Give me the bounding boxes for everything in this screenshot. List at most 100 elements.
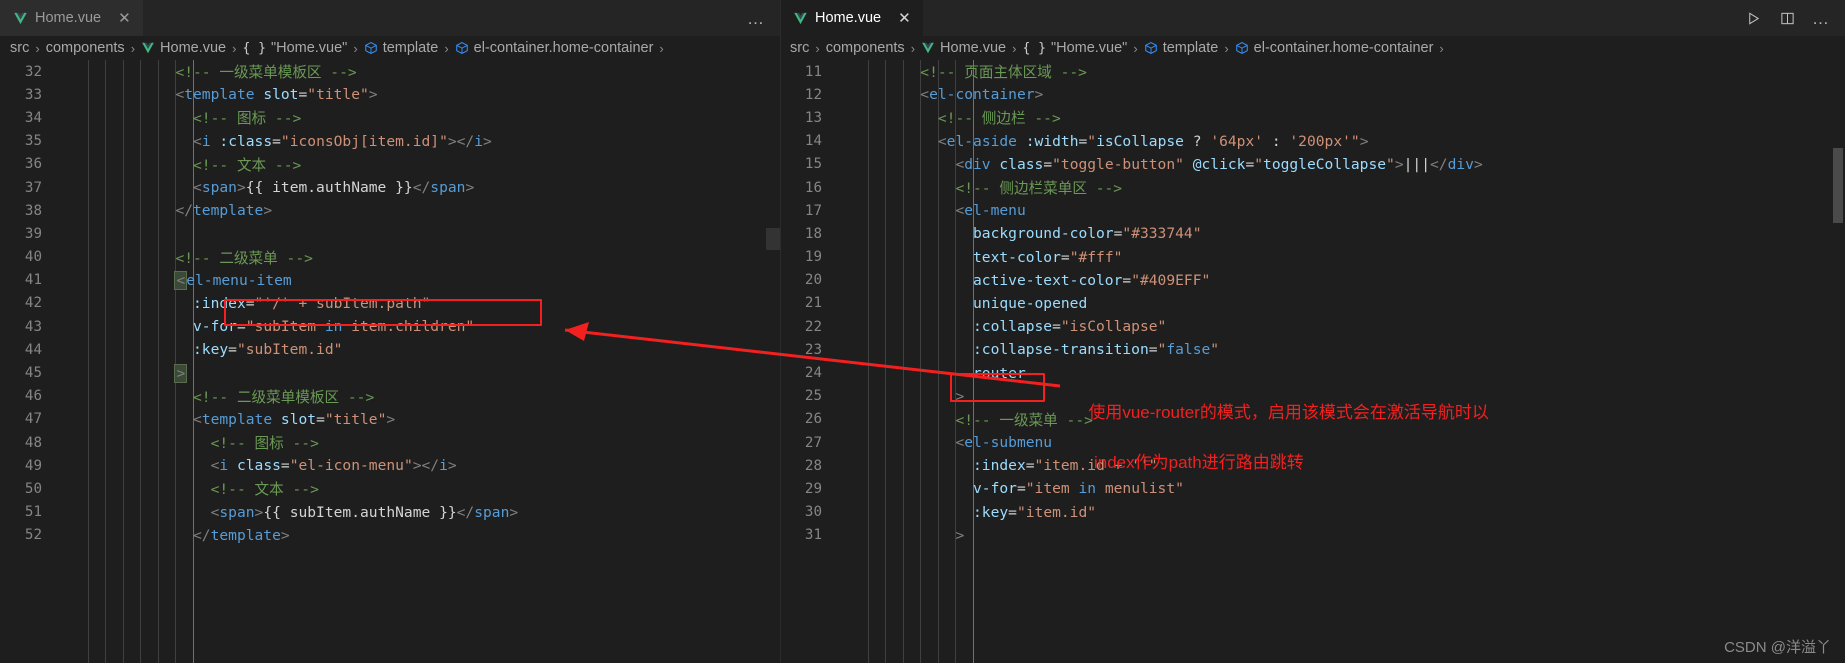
breadcrumb-label: Home.vue [160,40,227,56]
code-line[interactable]: 48 <!-- 图标 --> [0,431,780,454]
code-line[interactable]: 13 <!-- 侧边栏 --> [780,106,1845,129]
breadcrumb-label: el-container.home-container [1253,40,1434,56]
code-text: <el-menu [955,202,1026,220]
code-text: <el-aside :width="isCollapse ? '64px' : … [937,132,1369,150]
code-line[interactable]: 51 <span>{{ subItem.authName }}</span> [0,501,780,524]
code-line[interactable]: 32 <!-- 一级菜单模板区 --> [0,60,780,83]
code-line[interactable]: 45 > [0,361,780,384]
tab-home-vue-right[interactable]: Home.vue ✕ [780,0,923,36]
line-number: 28 [804,457,822,474]
code-line[interactable]: 24 router [780,361,1845,384]
code-line[interactable]: 36 <!-- 文本 --> [0,153,780,176]
code-line[interactable]: 11 <!-- 页面主体区域 --> [780,60,1845,83]
minimap-slider-left[interactable] [766,228,780,250]
more-actions-icon[interactable]: … [746,8,766,28]
code-line[interactable]: 26 <!-- 一级菜单 --> [780,408,1845,431]
code-line[interactable]: 29 v-for="item in menulist" [780,477,1845,500]
code-line[interactable]: 31 > [780,524,1845,547]
breadcrumb-item-home-vue[interactable]: Home.vue [921,40,1006,56]
code-line[interactable]: 17 <el-menu [780,199,1845,222]
code-line[interactable]: 21 unique-opened [780,292,1845,315]
code-line[interactable]: 18 background-color="#333744" [780,222,1845,245]
scrollbar-thumb[interactable] [1833,148,1843,223]
code-line[interactable]: 25 > [780,385,1845,408]
vertical-scrollbar-right[interactable] [1831,60,1845,663]
line-number: 15 [804,156,822,173]
code-text: <!-- 页面主体区域 --> [920,64,1087,82]
code-line[interactable]: 43 v-for="subItem in item.children" [0,315,780,338]
code-line[interactable]: 40 <!-- 二级菜单 --> [0,246,780,269]
code-line[interactable]: 44 :key="subItem.id" [0,338,780,361]
line-number: 16 [804,179,822,196]
breadcrumb-item-el-container-home-container[interactable]: el-container.home-container [1235,40,1434,56]
breadcrumb-item-src[interactable]: src [790,40,809,56]
breadcrumb-left: src › components › Home.vue › { } "Home.vue" › te… [0,36,780,60]
line-number: 13 [804,109,822,126]
code-text: v-for="subItem in item.children" [193,318,475,336]
breadcrumb-item-src[interactable]: src [10,40,29,56]
code-line[interactable]: 19 text-color="#fff" [780,246,1845,269]
line-number: 23 [804,341,822,358]
code-text: </template> [175,202,273,220]
code-line[interactable]: 38 </template> [0,199,780,222]
breadcrumb-item--home-vue-[interactable]: { } "Home.vue" [242,40,347,56]
code-line[interactable]: 16 <!-- 侧边栏菜单区 --> [780,176,1845,199]
editor-splitter[interactable] [780,0,781,663]
breadcrumb-item-el-container-home-container[interactable]: el-container.home-container [455,40,653,56]
code-line[interactable]: 50 <!-- 文本 --> [0,477,780,500]
code-lines-right: 11 <!-- 页面主体区域 --> 12 <el-container> 13 <!… [780,60,1845,547]
code-line[interactable]: 49 <i class="el-icon-menu"></i> [0,454,780,477]
vue-icon [13,11,28,26]
line-number: 39 [24,225,42,242]
editor-group-right: Home.vue ✕ … src › components › Home.vue › { }… [780,0,1845,663]
breadcrumb-item-components[interactable]: components [826,40,905,56]
line-number: 25 [804,388,822,405]
line-number: 29 [804,480,822,497]
code-line[interactable]: 27 <el-submenu [780,431,1845,454]
code-line[interactable]: 33 <template slot="title"> [0,83,780,106]
code-text: :collapse="isCollapse" [973,318,1167,336]
breadcrumb-label: template [382,40,439,56]
split-editor-icon[interactable] [1777,8,1797,28]
line-number: 46 [24,388,42,405]
code-line[interactable]: 37 <span>{{ item.authName }}</span> [0,176,780,199]
breadcrumb-item-components[interactable]: components [46,40,125,56]
code-text: <template slot="title"> [193,410,396,428]
code-line[interactable]: 23 :collapse-transition="false" [780,338,1845,361]
line-number: 24 [804,365,822,382]
code-line[interactable]: 30 :key="item.id" [780,501,1845,524]
code-line[interactable]: 41 <el-menu-item [0,269,780,292]
code-line[interactable]: 35 <i :class="iconsObj[item.id]"></i> [0,130,780,153]
code-text: <div class="toggle-button" @click="toggl… [955,155,1483,173]
code-line[interactable]: 20 active-text-color="#409EFF" [780,269,1845,292]
breadcrumb-separator: › [444,40,449,56]
code-line[interactable]: 47 <template slot="title"> [0,408,780,431]
code-line[interactable]: 15 <div class="toggle-button" @click="to… [780,153,1845,176]
watermark: CSDN @洋溢丫 [1724,639,1831,656]
code-editor-right[interactable]: 11 <!-- 页面主体区域 --> 12 <el-container> 13 <!… [780,60,1845,663]
code-line[interactable]: 12 <el-container> [780,83,1845,106]
code-line[interactable]: 52 </template> [0,524,780,547]
breadcrumb-item-template[interactable]: template [364,40,439,56]
code-editor-left[interactable]: 32 <!-- 一级菜单模板区 --> 33 <template slot="ti… [0,60,780,663]
code-line[interactable]: 28 :index="item.id + ''" [780,454,1845,477]
run-icon[interactable] [1743,8,1763,28]
close-icon[interactable]: ✕ [118,11,131,26]
code-text: <span>{{ subItem.authName }}</span> [210,503,519,521]
code-line[interactable]: 39 [0,222,780,245]
code-line[interactable]: 14 <el-aside :width="isCollapse ? '64px'… [780,130,1845,153]
tab-home-vue-left[interactable]: Home.vue ✕ [0,0,143,36]
more-actions-icon[interactable]: … [1811,8,1831,28]
code-line[interactable]: 34 <!-- 图标 --> [0,106,780,129]
breadcrumb-item-home-vue[interactable]: Home.vue [141,40,226,56]
code-text: <!-- 图标 --> [210,435,319,453]
code-line[interactable]: 46 <!-- 二级菜单模板区 --> [0,385,780,408]
code-text: :collapse-transition="false" [973,341,1220,359]
code-line[interactable]: 42 :index="'/' + subItem.path" [0,292,780,315]
close-icon[interactable]: ✕ [898,11,911,26]
breadcrumb-item--home-vue-[interactable]: { } "Home.vue" [1022,40,1127,56]
breadcrumb-item-template[interactable]: template [1144,40,1218,56]
tab-label: Home.vue [815,10,882,26]
code-line[interactable]: 22 :collapse="isCollapse" [780,315,1845,338]
braces-icon: { } [242,40,266,56]
